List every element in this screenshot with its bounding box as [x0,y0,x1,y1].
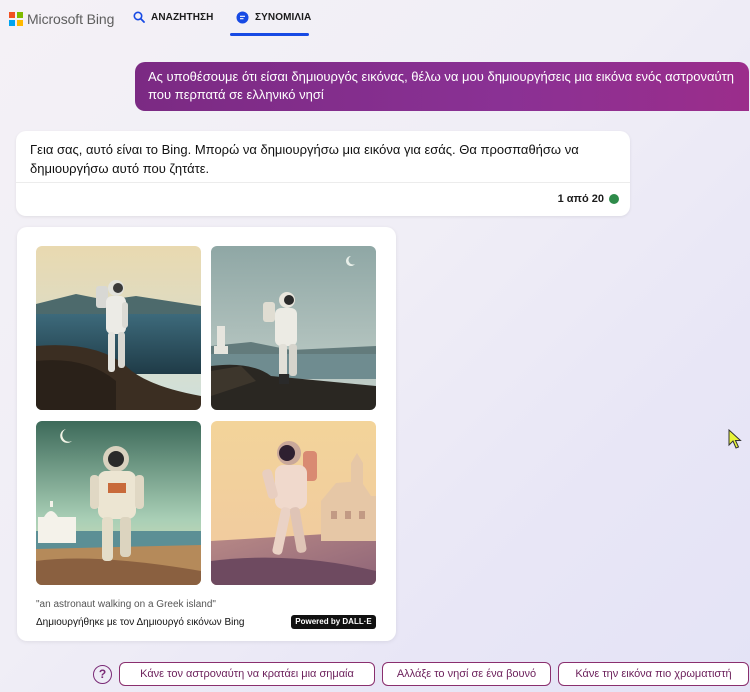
top-nav: Microsoft Bing ΑΝΑΖΗΤΗΣΗ ΣΥΝΟΜΙΛΙΑ [0,0,750,40]
turn-status-dot [609,194,619,204]
generated-image-3[interactable] [36,421,201,585]
image-prompt: "an astronaut walking on a Greek island" [36,599,216,610]
generated-image-4[interactable] [211,421,376,585]
active-tab-indicator [230,33,309,36]
generated-image-1[interactable] [36,246,201,410]
powered-by-dalle-badge: Powered by DALL·E [291,615,376,629]
tab-search-label: ΑΝΑΖΗΤΗΣΗ [151,11,214,23]
image-creator-credit[interactable]: Δημιουργήθηκε με τον Δημιουργό εικόνων B… [36,617,244,628]
turn-counter: 1 από 20 [558,193,619,205]
turn-counter-text: 1 από 20 [557,193,604,205]
bot-message-card: Γεια σας, αυτό είναι το Bing. Μπορώ να δ… [16,131,630,216]
search-icon [133,11,145,23]
image-result-card: "an astronaut walking on a Greek island"… [17,227,396,641]
tab-chat[interactable]: ΣΥΝΟΜΙΛΙΑ [236,11,311,24]
tab-search[interactable]: ΑΝΑΖΗΤΗΣΗ [133,11,213,23]
suggestion-button[interactable]: Αλλάξε το νησί σε ένα βουνό [382,662,551,686]
microsoft-logo-icon[interactable] [9,12,23,26]
user-message: Ας υποθέσουμε ότι είσαι δημιουργός εικόν… [135,62,749,111]
mouse-cursor-icon [728,428,742,454]
bot-message-text: Γεια σας, αυτό είναι το Bing. Μπορώ να δ… [30,142,579,176]
brand-name[interactable]: Microsoft Bing [27,11,114,27]
suggestion-button[interactable]: Κάνε την εικόνα πιο χρωματιστή [558,662,749,686]
divider [16,182,630,183]
chat-icon [236,11,249,24]
tab-chat-label: ΣΥΝΟΜΙΛΙΑ [255,12,312,23]
generated-image-2[interactable] [211,246,376,410]
help-icon[interactable]: ? [93,665,112,684]
suggestion-button[interactable]: Κάνε τον αστροναύτη να κρατάει μια σημαί… [119,662,375,686]
